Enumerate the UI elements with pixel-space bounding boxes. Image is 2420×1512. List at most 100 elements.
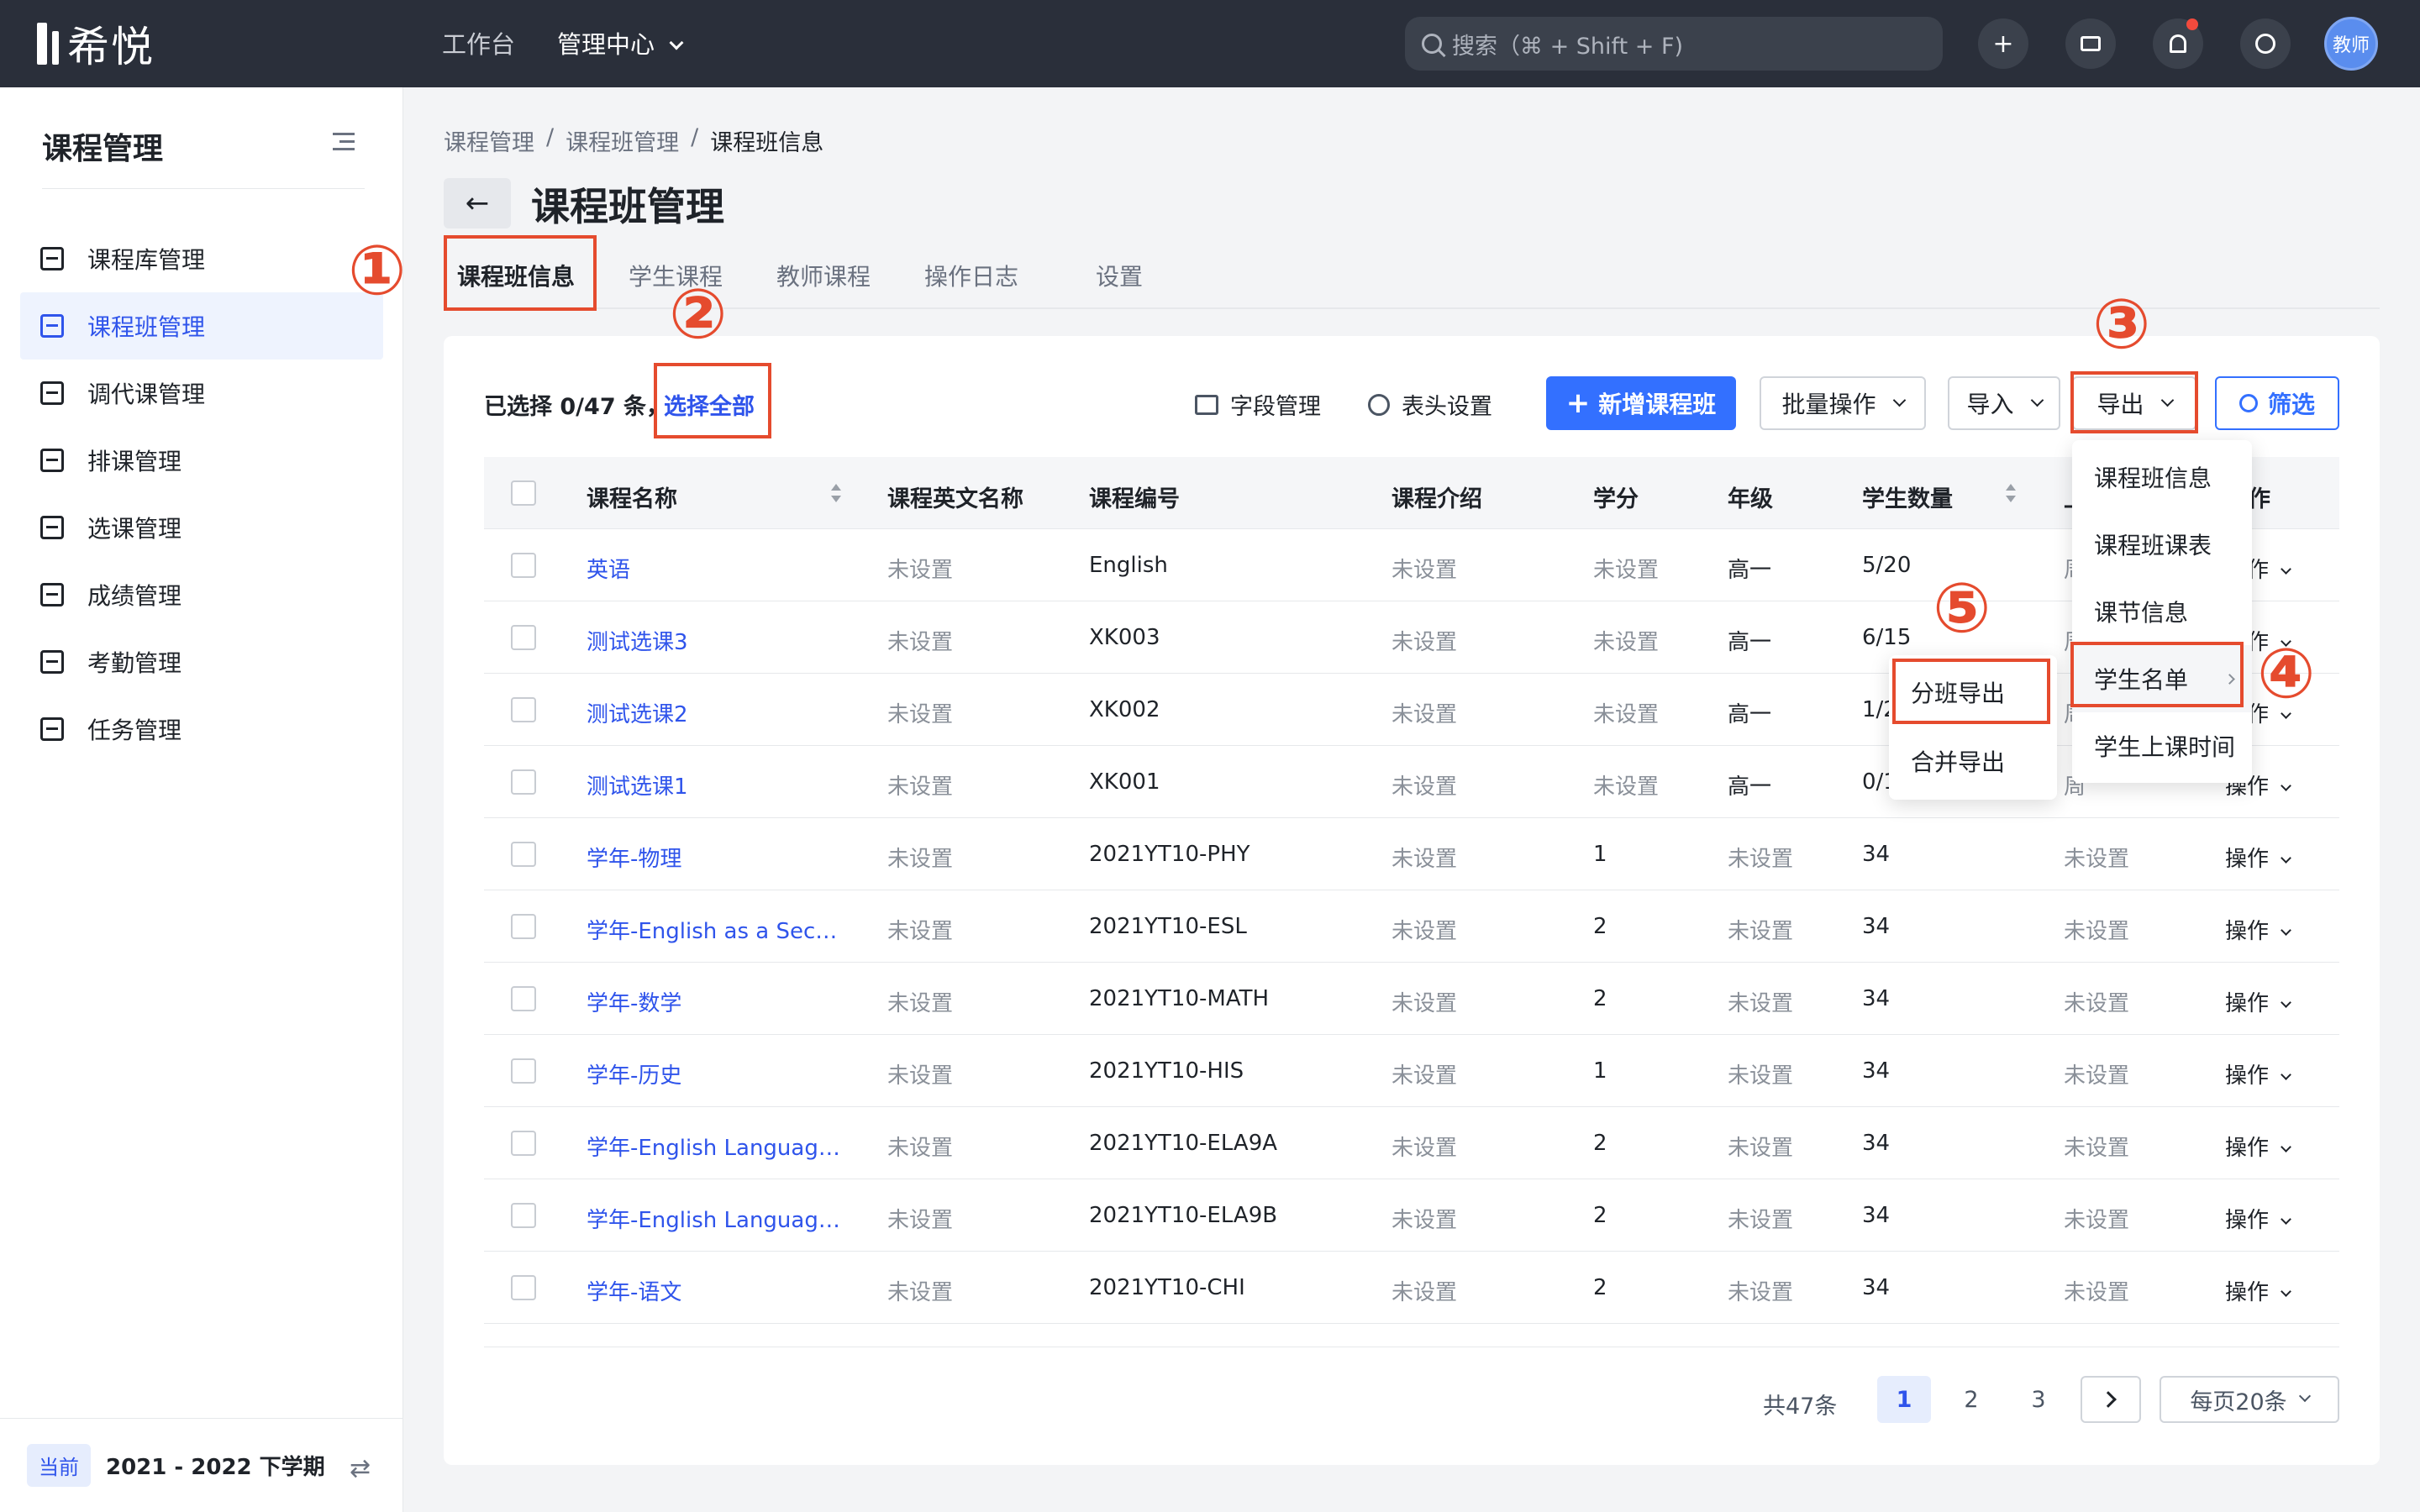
- page-button-3[interactable]: 3: [2012, 1376, 2065, 1423]
- page-button-2[interactable]: 2: [1944, 1376, 1998, 1423]
- collapse-sidebar-icon[interactable]: [333, 133, 355, 151]
- breadcrumb-item[interactable]: 课程班管理: [566, 124, 679, 157]
- plus-icon[interactable]: +: [1978, 18, 2028, 69]
- course-grade: 高一: [1728, 630, 1772, 655]
- sidebar-item-course-selection[interactable]: 选课管理: [20, 494, 383, 561]
- course-name-link[interactable]: 学年-数学: [587, 986, 681, 1017]
- page-button-1[interactable]: 1: [1877, 1376, 1931, 1423]
- course-code: 2021YT10-CHI: [1089, 1275, 1245, 1300]
- arrow-left-icon: ←: [465, 186, 490, 220]
- term-switcher[interactable]: 当前 2021 - 2022 下学期 ⇄: [0, 1418, 403, 1512]
- nav-workbench[interactable]: 工作台: [442, 25, 515, 60]
- course-code: 2021YT10-MATH: [1089, 986, 1270, 1011]
- swap-icon[interactable]: ⇄: [350, 1454, 371, 1483]
- avatar[interactable]: 教师: [2324, 17, 2378, 71]
- course-grade: 高一: [1728, 774, 1772, 800]
- page-size-select[interactable]: 每页20条: [2160, 1376, 2339, 1423]
- student-count: 5/20: [1862, 553, 1912, 578]
- export-menu-item[interactable]: 课节信息: [2072, 578, 2252, 645]
- nav-admin-center[interactable]: 管理中心: [557, 25, 684, 60]
- col-header-students: 学生数量: [1862, 486, 1953, 512]
- row-checkbox[interactable]: [511, 914, 536, 939]
- course-name-link[interactable]: 测试选课1: [587, 769, 688, 801]
- course-grade: 未设置: [1728, 991, 1794, 1016]
- course-name-link[interactable]: 学年-English Languag…: [587, 1131, 840, 1162]
- table-row: 学年-English as a Sec… 未设置 2021YT10-ESL 未设置 2 未…: [484, 890, 2339, 963]
- tab-operation-log[interactable]: 操作日志: [924, 259, 1018, 292]
- row-checkbox[interactable]: [511, 1131, 536, 1156]
- course-name-link[interactable]: 学年-物理: [587, 842, 681, 873]
- sort-icon[interactable]: [830, 482, 842, 504]
- course-name-link[interactable]: 学年-English as a Sec…: [587, 914, 837, 945]
- row-checkbox[interactable]: [511, 697, 536, 722]
- row-actions-button[interactable]: 操作: [2225, 1058, 2291, 1089]
- row-checkbox[interactable]: [511, 769, 536, 795]
- row-actions-button[interactable]: 操作: [2225, 914, 2291, 945]
- sidebar-item-tasks[interactable]: 任务管理: [20, 696, 383, 763]
- row-checkbox[interactable]: [511, 842, 536, 867]
- filter-button[interactable]: 筛选: [2215, 376, 2339, 430]
- app-logo[interactable]: 希悦: [37, 18, 155, 71]
- header-settings-label: 表头设置: [1402, 394, 1492, 420]
- course-name-link[interactable]: 测试选课2: [587, 697, 688, 728]
- sort-icon[interactable]: [2005, 482, 2017, 504]
- export-menu-item[interactable]: 学生上课时间: [2072, 712, 2252, 780]
- logo-icon: [37, 23, 59, 65]
- add-class-button[interactable]: + 新增课程班: [1546, 376, 1736, 430]
- course-name-link[interactable]: 学年-语文: [587, 1275, 681, 1306]
- chat-icon[interactable]: [2065, 18, 2116, 69]
- tab-settings[interactable]: 设置: [1096, 259, 1143, 292]
- row-actions-button[interactable]: 操作: [2225, 842, 2291, 873]
- course-en-name: 未设置: [887, 630, 954, 655]
- import-button[interactable]: 导入: [1948, 376, 2060, 430]
- course-name-link[interactable]: 学年-历史: [587, 1058, 681, 1089]
- course-name-link[interactable]: 英语: [587, 553, 630, 584]
- row-checkbox[interactable]: [511, 1058, 536, 1084]
- row-actions-button[interactable]: 操作: [2225, 1131, 2291, 1162]
- sidebar-item-course-library[interactable]: 课程库管理: [20, 225, 383, 292]
- select-all-checkbox[interactable]: [511, 480, 536, 506]
- history-icon[interactable]: [2240, 18, 2291, 69]
- course-en-name: 未设置: [887, 919, 954, 944]
- row-actions-button[interactable]: 操作: [2225, 986, 2291, 1017]
- row-checkbox[interactable]: [511, 1275, 536, 1300]
- merge-export-item[interactable]: 合并导出: [1889, 727, 2057, 795]
- course-name-link[interactable]: 学年-English Languag…: [587, 1203, 840, 1234]
- sidebar-item-substitution[interactable]: 调代课管理: [20, 360, 383, 427]
- row-actions-button[interactable]: 操作: [2225, 1203, 2291, 1234]
- header-settings-button[interactable]: 表头设置: [1368, 388, 1492, 421]
- field-manage-label: 字段管理: [1230, 394, 1321, 420]
- course-extra: 未设置: [2064, 1063, 2130, 1089]
- annotation-number-1: ①: [348, 231, 407, 311]
- export-menu-item[interactable]: 课程班信息: [2072, 444, 2252, 511]
- row-checkbox[interactable]: [511, 986, 536, 1011]
- course-name-link[interactable]: 测试选课3: [587, 625, 688, 656]
- course-grade: 未设置: [1728, 1208, 1794, 1233]
- sidebar-item-schedule[interactable]: 排课管理: [20, 427, 383, 494]
- row-checkbox[interactable]: [511, 625, 536, 650]
- row-actions-button[interactable]: 操作: [2225, 1275, 2291, 1306]
- table-row: 测试选课2未设置XK002未设置未设置高一1/2周操作: [484, 674, 2339, 746]
- course-credit: 未设置: [1593, 630, 1660, 655]
- row-checkbox[interactable]: [511, 553, 536, 578]
- sidebar-item-attendance[interactable]: 考勤管理: [20, 628, 383, 696]
- sidebar-item-course-class[interactable]: 课程班管理: [20, 292, 383, 360]
- back-button[interactable]: ←: [444, 178, 511, 228]
- course-grade: 未设置: [1728, 919, 1794, 944]
- search-input[interactable]: 搜索（⌘ + Shift + F): [1405, 17, 1943, 71]
- next-page-button[interactable]: [2081, 1376, 2141, 1423]
- export-menu-item[interactable]: 课程班课表: [2072, 511, 2252, 578]
- batch-ops-button[interactable]: 批量操作: [1760, 376, 1926, 430]
- breadcrumb-item[interactable]: 课程管理: [444, 124, 534, 157]
- course-credit: 2: [1593, 986, 1607, 1011]
- row-checkbox[interactable]: [511, 1203, 536, 1228]
- filter-label: 筛选: [2267, 391, 2315, 418]
- bell-icon[interactable]: [2153, 18, 2203, 69]
- course-grade: 未设置: [1728, 1280, 1794, 1305]
- tab-teacher-courses[interactable]: 教师课程: [776, 259, 871, 292]
- plus-icon: +: [1565, 386, 1591, 420]
- sidebar-item-grades[interactable]: 成绩管理: [20, 561, 383, 628]
- field-manage-button[interactable]: 字段管理: [1195, 388, 1321, 421]
- course-extra: 未设置: [2064, 991, 2130, 1016]
- breadcrumb-current: 课程班信息: [710, 130, 824, 156]
